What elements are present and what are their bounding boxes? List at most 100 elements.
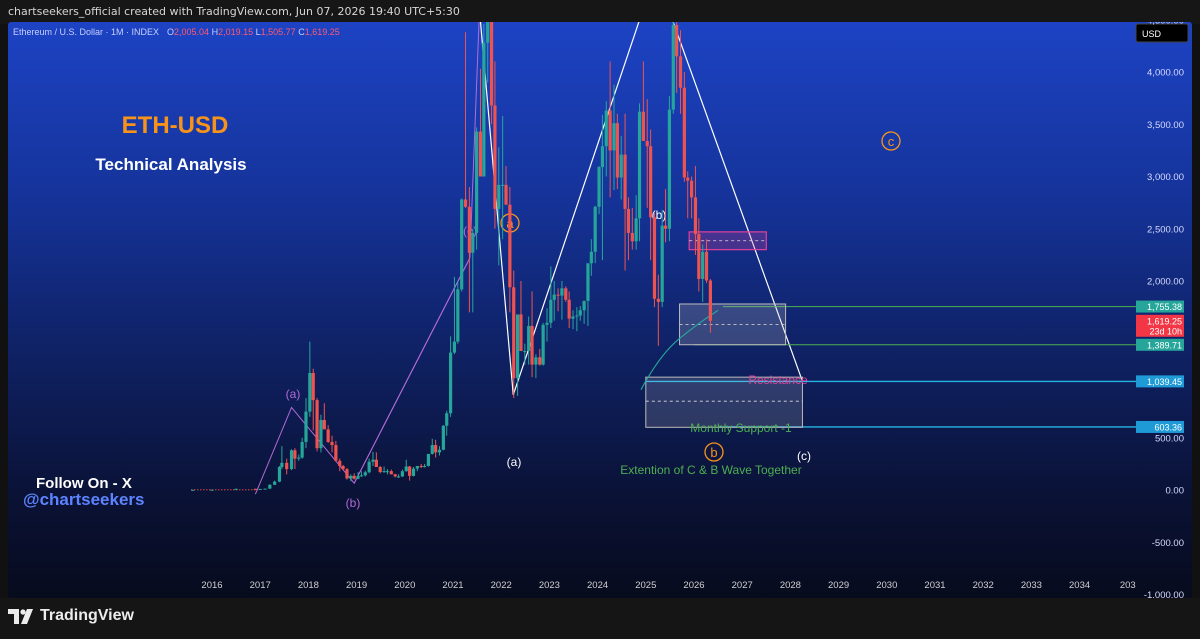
candle-body	[704, 251, 709, 281]
x-handle: @chartseekers	[23, 490, 145, 509]
candles-layer	[191, 22, 712, 491]
candle-body	[489, 22, 494, 106]
candle-body	[623, 154, 627, 209]
candle-body	[277, 467, 282, 482]
wave-a-2018: (a)	[286, 387, 301, 401]
candle-body	[456, 289, 460, 342]
candle-body	[567, 299, 571, 319]
candle-body	[289, 450, 294, 470]
time-tick-label: 2016	[201, 580, 222, 591]
chart-panel[interactable]: Ethereum / U.S. Dollar · 1M · INDEX O2,0…	[8, 22, 1192, 598]
candle-body	[385, 471, 390, 473]
candle-body	[300, 441, 304, 458]
candle-body	[308, 372, 312, 412]
candle-body	[645, 140, 649, 147]
candle-body	[389, 471, 393, 475]
time-tick-label: 2034	[1069, 580, 1090, 591]
price-badge-label: 1,619.25	[1147, 316, 1182, 326]
candle-body	[512, 287, 516, 379]
candle-body	[600, 146, 605, 168]
time-tick-label: 2017	[250, 580, 271, 591]
candle-body	[501, 184, 505, 186]
attribution-text: chartseekers_official created with Tradi…	[8, 5, 460, 18]
candle-body	[582, 300, 586, 311]
time-tick-label: 2032	[973, 580, 994, 591]
candle-body	[400, 471, 404, 477]
chart-subtitle: Technical Analysis	[95, 155, 246, 174]
tradingview-logo[interactable]: TradingView	[8, 607, 134, 625]
candle-body	[363, 472, 367, 476]
wave-a-2022: (a)	[507, 455, 522, 469]
candle-body	[545, 322, 549, 325]
candle-body	[352, 475, 356, 479]
candle-body	[467, 206, 471, 253]
time-tick-label: 2023	[539, 580, 560, 591]
candle-body	[326, 429, 330, 442]
time-tick-label: 2026	[683, 580, 704, 591]
price-badge-countdown: 23d 10h	[1149, 326, 1182, 336]
candle-body	[604, 110, 608, 147]
candle-body	[656, 298, 660, 302]
candle-body	[523, 351, 527, 353]
candle-body	[497, 184, 501, 209]
candle-body	[430, 445, 434, 454]
tradingview-mark-icon	[8, 609, 33, 624]
candle-body	[426, 453, 431, 466]
candle-body	[367, 461, 371, 473]
price-chart[interactable]: Ethereum / U.S. Dollar · 1M · INDEX O2,0…	[8, 22, 1192, 598]
candle-body	[445, 413, 449, 426]
candle-body	[471, 232, 475, 253]
resistance-label: Resistance	[748, 373, 808, 387]
candle-body	[541, 324, 545, 365]
currency-label: USD	[1142, 29, 1162, 39]
candle-body	[626, 208, 631, 233]
candle-body	[404, 466, 408, 472]
tradingview-name: TradingView	[40, 607, 134, 624]
footer-bar	[0, 598, 1200, 639]
candle-body	[234, 488, 238, 490]
candle-body	[396, 476, 401, 478]
candle-body	[382, 471, 386, 473]
candle-body	[330, 441, 334, 446]
time-tick-label: 2021	[442, 580, 463, 591]
candle-body	[589, 251, 593, 264]
currency-button[interactable]: USD	[1135, 23, 1189, 43]
candle-body	[519, 314, 523, 352]
price-tick-label: -500.00	[1152, 538, 1184, 549]
candle-body	[345, 469, 349, 479]
time-axis[interactable]: 2016 2017 2018 2019 2020 2021 2022 2023 2024 2025…	[201, 580, 1135, 591]
candle-body	[408, 466, 412, 476]
overlay-layer: ETH-USD Technical Analysis Follow On - X…	[23, 112, 247, 509]
candle-body	[273, 481, 277, 485]
candle-body	[515, 314, 520, 379]
extension-label: Extention of C & B Wave Together	[620, 463, 801, 477]
candle-body	[663, 225, 668, 229]
candle-body	[641, 111, 645, 141]
candle-body	[634, 218, 638, 242]
candle-body	[701, 251, 705, 279]
candle-body	[475, 131, 479, 233]
candle-body	[608, 110, 612, 151]
candle-body	[482, 42, 486, 177]
candle-body	[374, 459, 378, 468]
candle-body	[693, 197, 698, 234]
candle-body	[478, 131, 483, 177]
candle-body	[612, 123, 616, 151]
candle-body	[258, 488, 262, 490]
candle-body	[530, 325, 534, 365]
candle-body	[356, 475, 360, 479]
time-tick-label: 2020	[394, 580, 415, 591]
candle-body	[359, 475, 364, 477]
candle-body	[660, 225, 664, 302]
candle-body	[504, 184, 508, 205]
ohlc-legend: Ethereum / U.S. Dollar · 1M · INDEX O2,0…	[13, 27, 340, 37]
candle-body	[334, 445, 338, 461]
candle-body	[534, 357, 538, 365]
candle-body	[285, 462, 289, 470]
price-tick-label: -1,000.00	[1144, 590, 1184, 598]
price-tick-label: 4,500.00	[1147, 22, 1184, 26]
candle-body	[441, 425, 445, 450]
candle-body	[689, 180, 694, 198]
candle-body	[263, 488, 267, 490]
candle-body	[708, 280, 712, 321]
